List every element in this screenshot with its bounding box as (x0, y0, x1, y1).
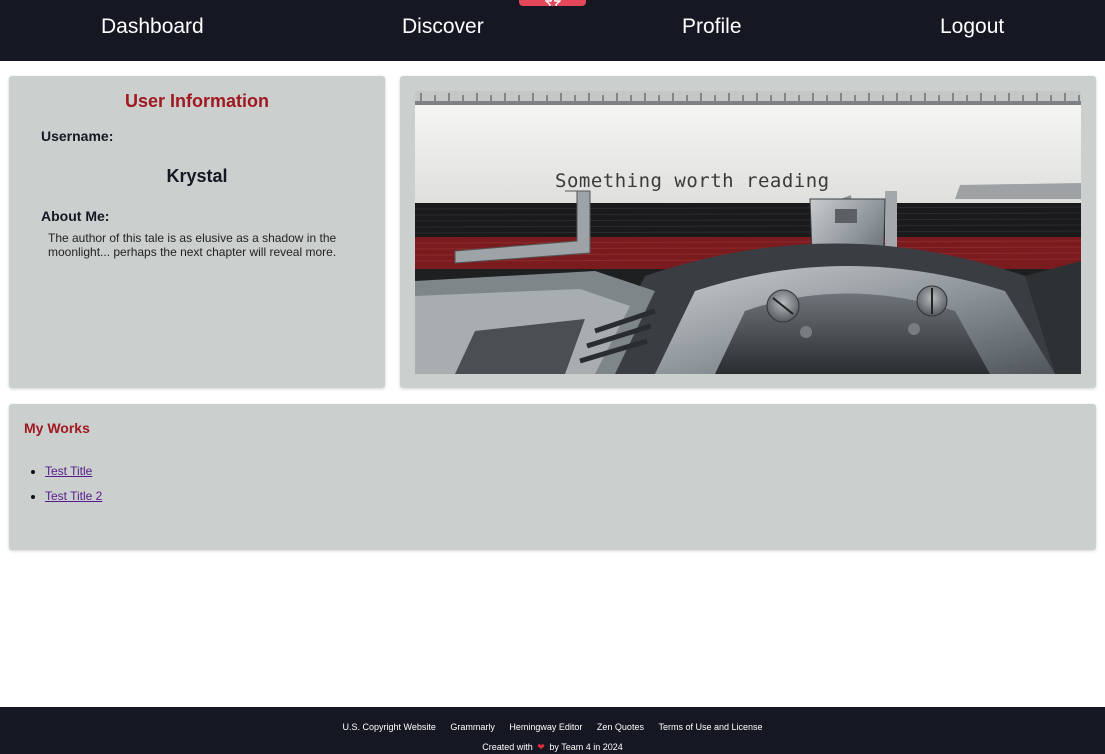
nav-profile-link[interactable]: Profile (682, 14, 742, 40)
top-navbar: Dashboard Discover Profile Logout (0, 0, 1105, 61)
credit-suffix: by Team 4 in 2024 (549, 742, 623, 752)
username-label: Username: (41, 128, 114, 144)
typewriter-image: Something worth reading (415, 91, 1081, 374)
list-item: Test Title (45, 464, 102, 489)
nav-badge[interactable] (519, 0, 586, 6)
about-me-text: The author of this tale is as elusive as… (48, 231, 337, 259)
about-me-label: About Me: (41, 208, 110, 224)
user-info-title: User Information (124, 91, 270, 111)
heart-icon: ❤ (537, 742, 545, 752)
user-info-card: User Information Username: Krystal About… (9, 76, 385, 388)
star-icon (545, 0, 561, 6)
footer-link-grammarly[interactable]: Grammarly (450, 722, 495, 732)
typewriter-illustration: Something worth reading (415, 91, 1081, 374)
footer-link-copyright[interactable]: U.S. Copyright Website (342, 722, 435, 732)
work-link-test-title[interactable]: Test Title (45, 464, 92, 478)
footer-link-hemingway[interactable]: Hemingway Editor (509, 722, 582, 732)
footer-credit: Created with ❤ by Team 4 in 2024 (0, 742, 1105, 753)
nav-logout-link[interactable]: Logout (940, 14, 1004, 40)
footer-link-zen-quotes[interactable]: Zen Quotes (597, 722, 644, 732)
nav-dashboard-link[interactable]: Dashboard (101, 14, 204, 40)
page-footer: U.S. Copyright Website Grammarly Hemingw… (0, 707, 1105, 754)
username-value: Krystal (166, 166, 228, 186)
my-works-title: My Works (24, 420, 90, 436)
typed-text: Something worth reading (555, 170, 830, 192)
my-works-card: My Works Test Title Test Title 2 (9, 404, 1096, 550)
credit-prefix: Created with (482, 742, 533, 752)
work-link-test-title-2[interactable]: Test Title 2 (45, 489, 102, 503)
hero-image-card: Something worth reading (400, 76, 1096, 388)
nav-discover-link[interactable]: Discover (402, 14, 484, 40)
works-list: Test Title Test Title 2 (45, 464, 102, 514)
footer-links: U.S. Copyright Website Grammarly Hemingw… (0, 722, 1105, 732)
list-item: Test Title 2 (45, 489, 102, 514)
footer-link-terms[interactable]: Terms of Use and License (658, 722, 762, 732)
